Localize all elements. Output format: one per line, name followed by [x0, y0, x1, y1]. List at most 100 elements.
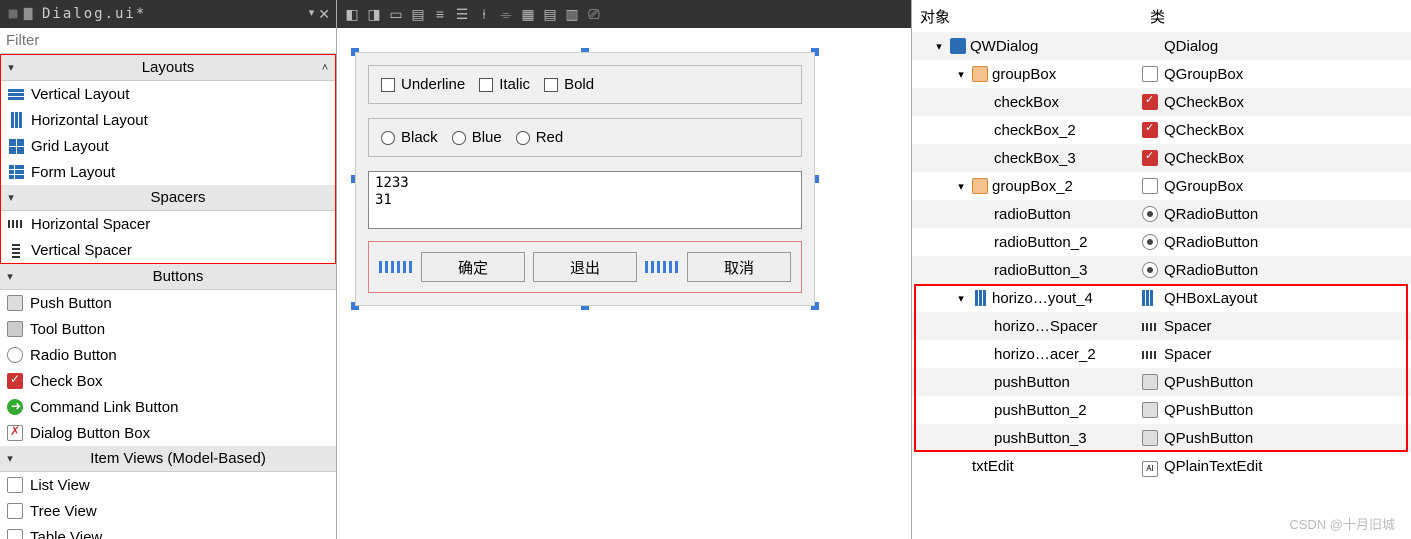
- object-row[interactable]: checkBox_3 ✓ QCheckBox: [912, 144, 1411, 172]
- spacer-icon: [1142, 346, 1158, 362]
- checkbox-bold[interactable]: Bold: [544, 76, 594, 93]
- widget-item[interactable]: Tree View: [0, 498, 336, 524]
- tool-icon[interactable]: ◧: [343, 5, 361, 23]
- toolbutton-icon: [6, 320, 24, 338]
- close-tab-icon[interactable]: ✕: [318, 6, 330, 23]
- object-row[interactable]: checkBox✓QCheckBox: [912, 88, 1411, 116]
- object-row[interactable]: radioButton_3QRadioButton: [912, 256, 1411, 284]
- widget-item[interactable]: ➜Command Link Button: [0, 394, 336, 420]
- object-row[interactable]: txtEditAIQPlainTextEdit: [912, 452, 1411, 480]
- class-name: QDialog: [1164, 38, 1218, 55]
- radio-black[interactable]: Black: [381, 129, 438, 146]
- class-name: QCheckBox: [1164, 94, 1244, 111]
- tool-icon[interactable]: ⍿: [475, 5, 493, 23]
- pin-icon: [6, 7, 20, 21]
- widget-item[interactable]: Horizontal Spacer: [1, 211, 335, 237]
- class-name: QRadioButton: [1164, 206, 1258, 223]
- tool-icon[interactable]: ◨: [365, 5, 383, 23]
- radio-red[interactable]: Red: [516, 129, 564, 146]
- object-row[interactable]: horizo…SpacerSpacer: [912, 312, 1411, 340]
- object-row[interactable]: radioButton_2QRadioButton: [912, 228, 1411, 256]
- object-row[interactable]: QWDialog QDialog: [912, 32, 1411, 60]
- widget-filter-input[interactable]: [0, 28, 336, 54]
- exit-button[interactable]: 退出: [533, 252, 637, 282]
- widget-item[interactable]: ✗Dialog Button Box: [0, 420, 336, 446]
- plain-text-edit[interactable]: 1233 31: [368, 171, 802, 229]
- widget-item[interactable]: Table View: [0, 524, 336, 539]
- grid-tool-icon[interactable]: ▦: [519, 5, 537, 23]
- tool-icon[interactable]: ▥: [563, 5, 581, 23]
- chevron-down-icon[interactable]: [954, 68, 968, 81]
- object-name: horizo…acer_2: [994, 346, 1096, 363]
- object-row[interactable]: checkBox_2✓QCheckBox: [912, 116, 1411, 144]
- vlayout-tool-icon[interactable]: ☰: [453, 5, 471, 23]
- tool-icon[interactable]: ⌯: [497, 5, 515, 23]
- class-name: QRadioButton: [1164, 234, 1258, 251]
- object-row[interactable]: groupBox_2QGroupBox: [912, 172, 1411, 200]
- groupbox-icon: [1142, 66, 1158, 82]
- document-title: Dialog.ui*: [42, 6, 303, 22]
- class-name: QCheckBox: [1164, 122, 1244, 139]
- chevron-down-icon[interactable]: [932, 40, 946, 53]
- widget-item[interactable]: Grid Layout: [1, 133, 335, 159]
- object-row[interactable]: horizo…acer_2Spacer: [912, 340, 1411, 368]
- pushbutton-icon: [6, 294, 24, 312]
- tool-icon[interactable]: ⎚: [585, 5, 603, 23]
- object-row[interactable]: pushButton_2QPushButton: [912, 396, 1411, 424]
- widget-group-header[interactable]: Spacers: [1, 185, 335, 211]
- checkbox-icon: ✓: [6, 372, 24, 390]
- widget-item[interactable]: Push Button: [0, 290, 336, 316]
- widget-item[interactable]: Form Layout: [1, 159, 335, 185]
- object-row[interactable]: radioButtonQRadioButton: [912, 200, 1411, 228]
- vspacer-icon: [7, 241, 25, 259]
- horizontal-spacer-icon: [379, 261, 413, 273]
- ok-button[interactable]: 确定: [421, 252, 525, 282]
- dropdown-icon[interactable]: ▾: [309, 6, 315, 23]
- tool-icon[interactable]: ▭: [387, 5, 405, 23]
- chevron-down-icon: [0, 452, 20, 465]
- widget-item[interactable]: Horizontal Layout: [1, 107, 335, 133]
- object-name: QWDialog: [970, 38, 1038, 55]
- checkbox-underline[interactable]: Underline: [381, 76, 465, 93]
- object-row[interactable]: groupBoxQGroupBox: [912, 60, 1411, 88]
- widget-group-header[interactable]: Item Views (Model-Based): [0, 446, 336, 472]
- widget-item[interactable]: List View: [0, 472, 336, 498]
- dialog-icon: [950, 38, 966, 54]
- tableview-icon: [6, 528, 24, 539]
- checkbox-italic[interactable]: Italic: [479, 76, 530, 93]
- cancel-button[interactable]: 取消: [687, 252, 791, 282]
- groupbox-radios[interactable]: Black Blue Red: [368, 118, 802, 157]
- chevron-down-icon[interactable]: [954, 180, 968, 193]
- widget-group-header[interactable]: Buttons: [0, 264, 336, 290]
- object-row[interactable]: pushButton_3QPushButton: [912, 424, 1411, 452]
- object-inspector-body[interactable]: QWDialogQDialoggroupBoxQGroupBoxcheckBox…: [912, 32, 1411, 539]
- radio-blue[interactable]: Blue: [452, 129, 502, 146]
- watermark: CSDN @十月旧城: [1289, 514, 1395, 533]
- hlayout-icon: [7, 111, 25, 129]
- spacer-icon: [1142, 318, 1158, 334]
- class-name: QCheckBox: [1164, 150, 1244, 167]
- object-name: checkBox_3: [994, 150, 1076, 167]
- widget-item[interactable]: Tool Button: [0, 316, 336, 342]
- tool-icon[interactable]: ▤: [541, 5, 559, 23]
- form-canvas-area[interactable]: Underline Italic Bold Black Blue Red 123…: [337, 28, 911, 539]
- hlayout-tool-icon[interactable]: ≡: [431, 5, 449, 23]
- hspacer-icon: [7, 215, 25, 233]
- object-row[interactable]: pushButtonQPushButton: [912, 368, 1411, 396]
- button-row-layout[interactable]: 确定 退出 取消: [368, 241, 802, 293]
- widget-group-header[interactable]: Layouts ˄: [1, 55, 335, 81]
- checkbox-icon: ✓: [1142, 150, 1158, 166]
- object-name: pushButton_2: [994, 402, 1087, 419]
- groupbox-checkboxes[interactable]: Underline Italic Bold: [368, 65, 802, 104]
- widget-item[interactable]: Radio Button: [0, 342, 336, 368]
- widget-item[interactable]: Vertical Layout: [1, 81, 335, 107]
- form-icon: [7, 163, 25, 181]
- tool-icon[interactable]: ▤: [409, 5, 427, 23]
- widget-item[interactable]: ✓Check Box: [0, 368, 336, 394]
- widget-item[interactable]: Vertical Spacer: [1, 237, 335, 263]
- object-name: groupBox_2: [992, 178, 1073, 195]
- scroll-up-icon[interactable]: ˄: [315, 62, 335, 74]
- object-row[interactable]: horizo…yout_4QHBoxLayout: [912, 284, 1411, 312]
- dialog-form[interactable]: Underline Italic Bold Black Blue Red 123…: [355, 52, 815, 306]
- chevron-down-icon[interactable]: [954, 292, 968, 305]
